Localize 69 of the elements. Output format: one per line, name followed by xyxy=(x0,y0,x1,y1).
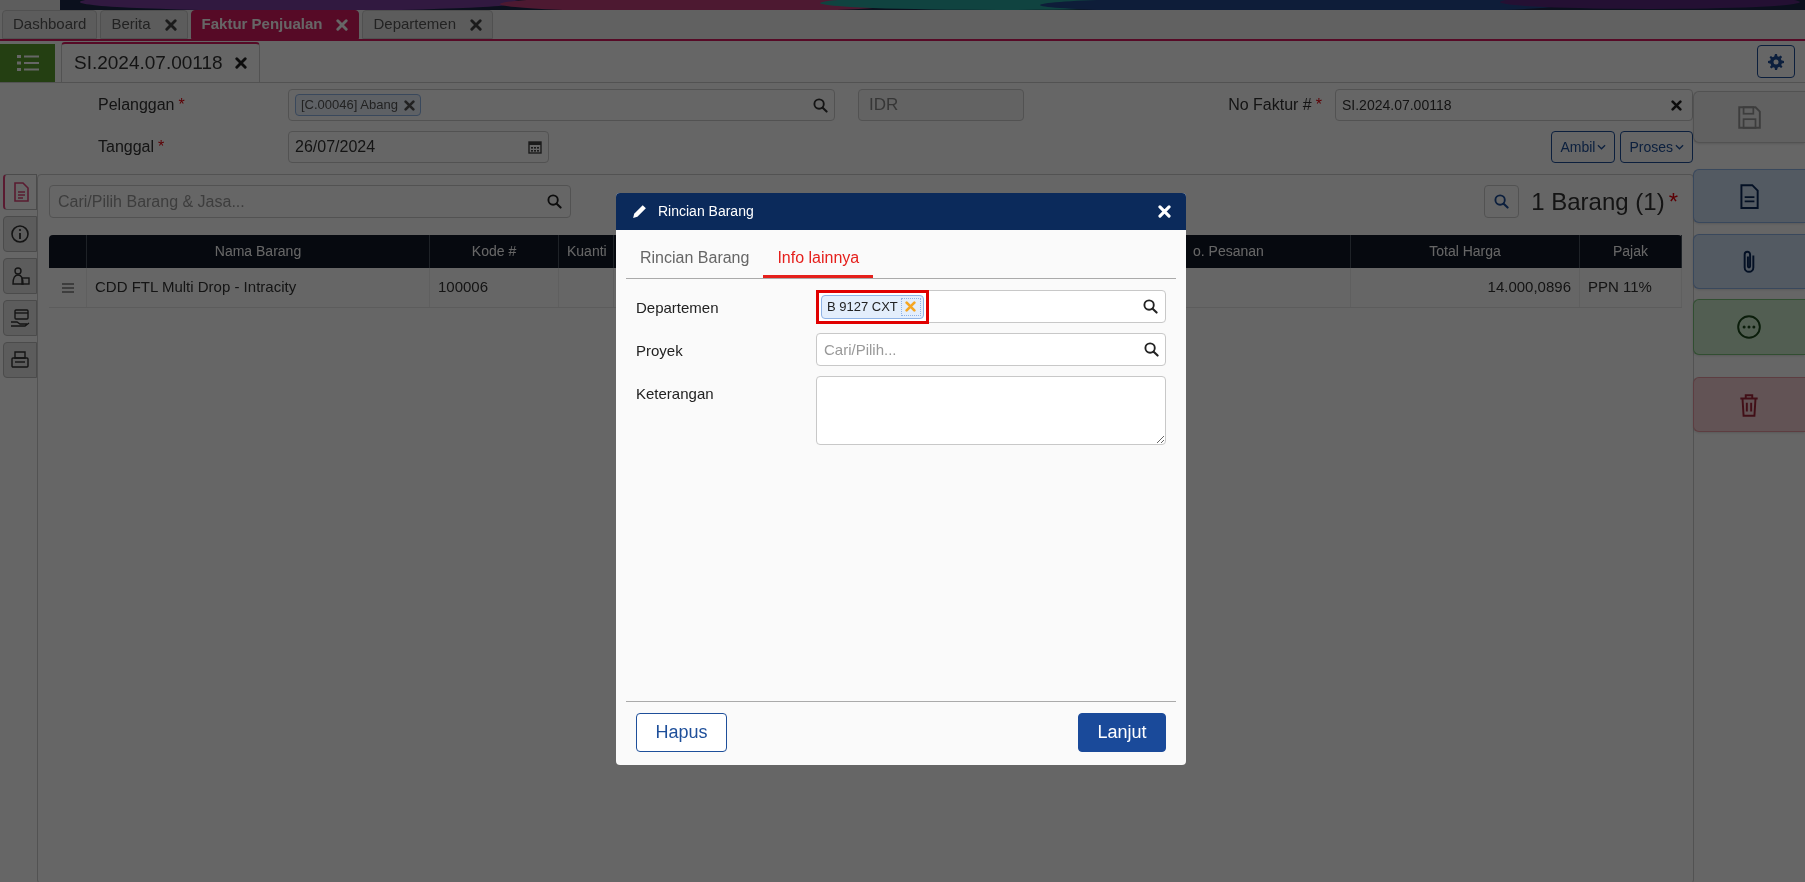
tab[interactable]: Info lainnya xyxy=(763,240,874,278)
lookup-field[interactable]: B 9127 CXT xyxy=(816,290,1166,323)
column-header: o. Pesanan xyxy=(1193,242,1264,261)
required-mark: * xyxy=(178,95,185,115)
tab[interactable]: Dashboard xyxy=(2,10,98,39)
settings-button[interactable] xyxy=(1757,45,1795,78)
lookup-field[interactable]: Cari/Pilih... xyxy=(816,333,1166,366)
column-header: Kuanti xyxy=(567,242,607,261)
invoice-number-field[interactable]: SI.2024.07.00118 xyxy=(1335,89,1693,121)
column-header: Kode # xyxy=(471,242,517,261)
item-count: 1 Barang (1) xyxy=(1531,186,1665,217)
document-tab[interactable]: SI.2024.07.00118 xyxy=(61,42,260,82)
save-icon xyxy=(1736,104,1762,130)
search-icon[interactable] xyxy=(1144,342,1159,357)
search-icon[interactable] xyxy=(1143,299,1158,314)
side-tab[interactable] xyxy=(3,174,37,210)
settings-icon xyxy=(1768,53,1784,70)
info-icon xyxy=(10,224,30,244)
column-header: Total Harga xyxy=(1429,242,1501,261)
field-label: Pelanggan xyxy=(98,95,175,115)
table-cell-text: 100006 xyxy=(438,277,489,298)
side-tab[interactable] xyxy=(3,300,37,336)
menu-button[interactable] xyxy=(0,44,55,82)
next-button[interactable]: Lanjut xyxy=(1078,713,1166,752)
field-label: Proyek xyxy=(636,341,684,361)
delete-button[interactable] xyxy=(1693,377,1805,432)
person-bag-icon xyxy=(10,266,30,286)
list-icon xyxy=(16,54,39,72)
column-header: Nama Barang xyxy=(214,242,302,261)
side-tab[interactable] xyxy=(3,216,37,252)
table-cell-text: 14.000,0896 xyxy=(1487,277,1571,298)
more-button[interactable] xyxy=(1693,299,1805,355)
caret-icon xyxy=(1675,144,1684,150)
tab[interactable]: Departemen xyxy=(362,10,493,39)
tab[interactable]: Berita xyxy=(100,10,188,39)
field-label: Tanggal xyxy=(98,137,155,157)
field-label: Departemen xyxy=(636,298,720,318)
side-tab[interactable] xyxy=(3,342,37,378)
attach-button[interactable] xyxy=(1693,234,1805,289)
field-label: No Faktur # xyxy=(1228,95,1312,115)
tag-chip[interactable]: B 9127 CXT xyxy=(821,294,924,319)
required-mark: * xyxy=(158,137,165,157)
dropdown-button[interactable]: Ambil xyxy=(1551,131,1616,163)
document-button[interactable] xyxy=(1693,169,1805,223)
drag-handle-icon[interactable] xyxy=(61,282,74,293)
tray-icon xyxy=(10,350,30,370)
more-icon xyxy=(1736,314,1762,340)
required-mark: * xyxy=(1315,95,1322,115)
required-mark: * xyxy=(1668,186,1678,217)
tab[interactable]: Rincian Barang xyxy=(626,240,764,278)
calendar-icon xyxy=(528,140,542,154)
customer-field[interactable]: [C.00046] Abang xyxy=(288,89,835,121)
column-header: Pajak xyxy=(1613,242,1648,261)
side-tab[interactable] xyxy=(3,258,37,294)
text-area[interactable] xyxy=(816,376,1166,445)
tab[interactable]: Faktur Penjualan xyxy=(190,10,360,39)
search-button[interactable] xyxy=(1484,185,1520,218)
customer-chip[interactable]: [C.00046] Abang xyxy=(295,94,421,116)
table-cell-text: PPN 11% xyxy=(1588,277,1652,298)
date-field[interactable]: 26/07/2024 xyxy=(288,131,549,163)
table-cell-text: CDD FTL Multi Drop - Intracity xyxy=(95,277,297,298)
dropdown-button[interactable]: Proses xyxy=(1620,131,1693,163)
save-button[interactable] xyxy=(1693,91,1805,143)
field-label: Keterangan xyxy=(636,384,715,404)
hand-card-icon xyxy=(10,308,30,328)
delete-button[interactable]: Hapus xyxy=(636,713,727,752)
caret-icon xyxy=(1597,144,1607,150)
dialog-title: Rincian Barang xyxy=(658,202,754,221)
pencil-icon xyxy=(631,203,648,220)
